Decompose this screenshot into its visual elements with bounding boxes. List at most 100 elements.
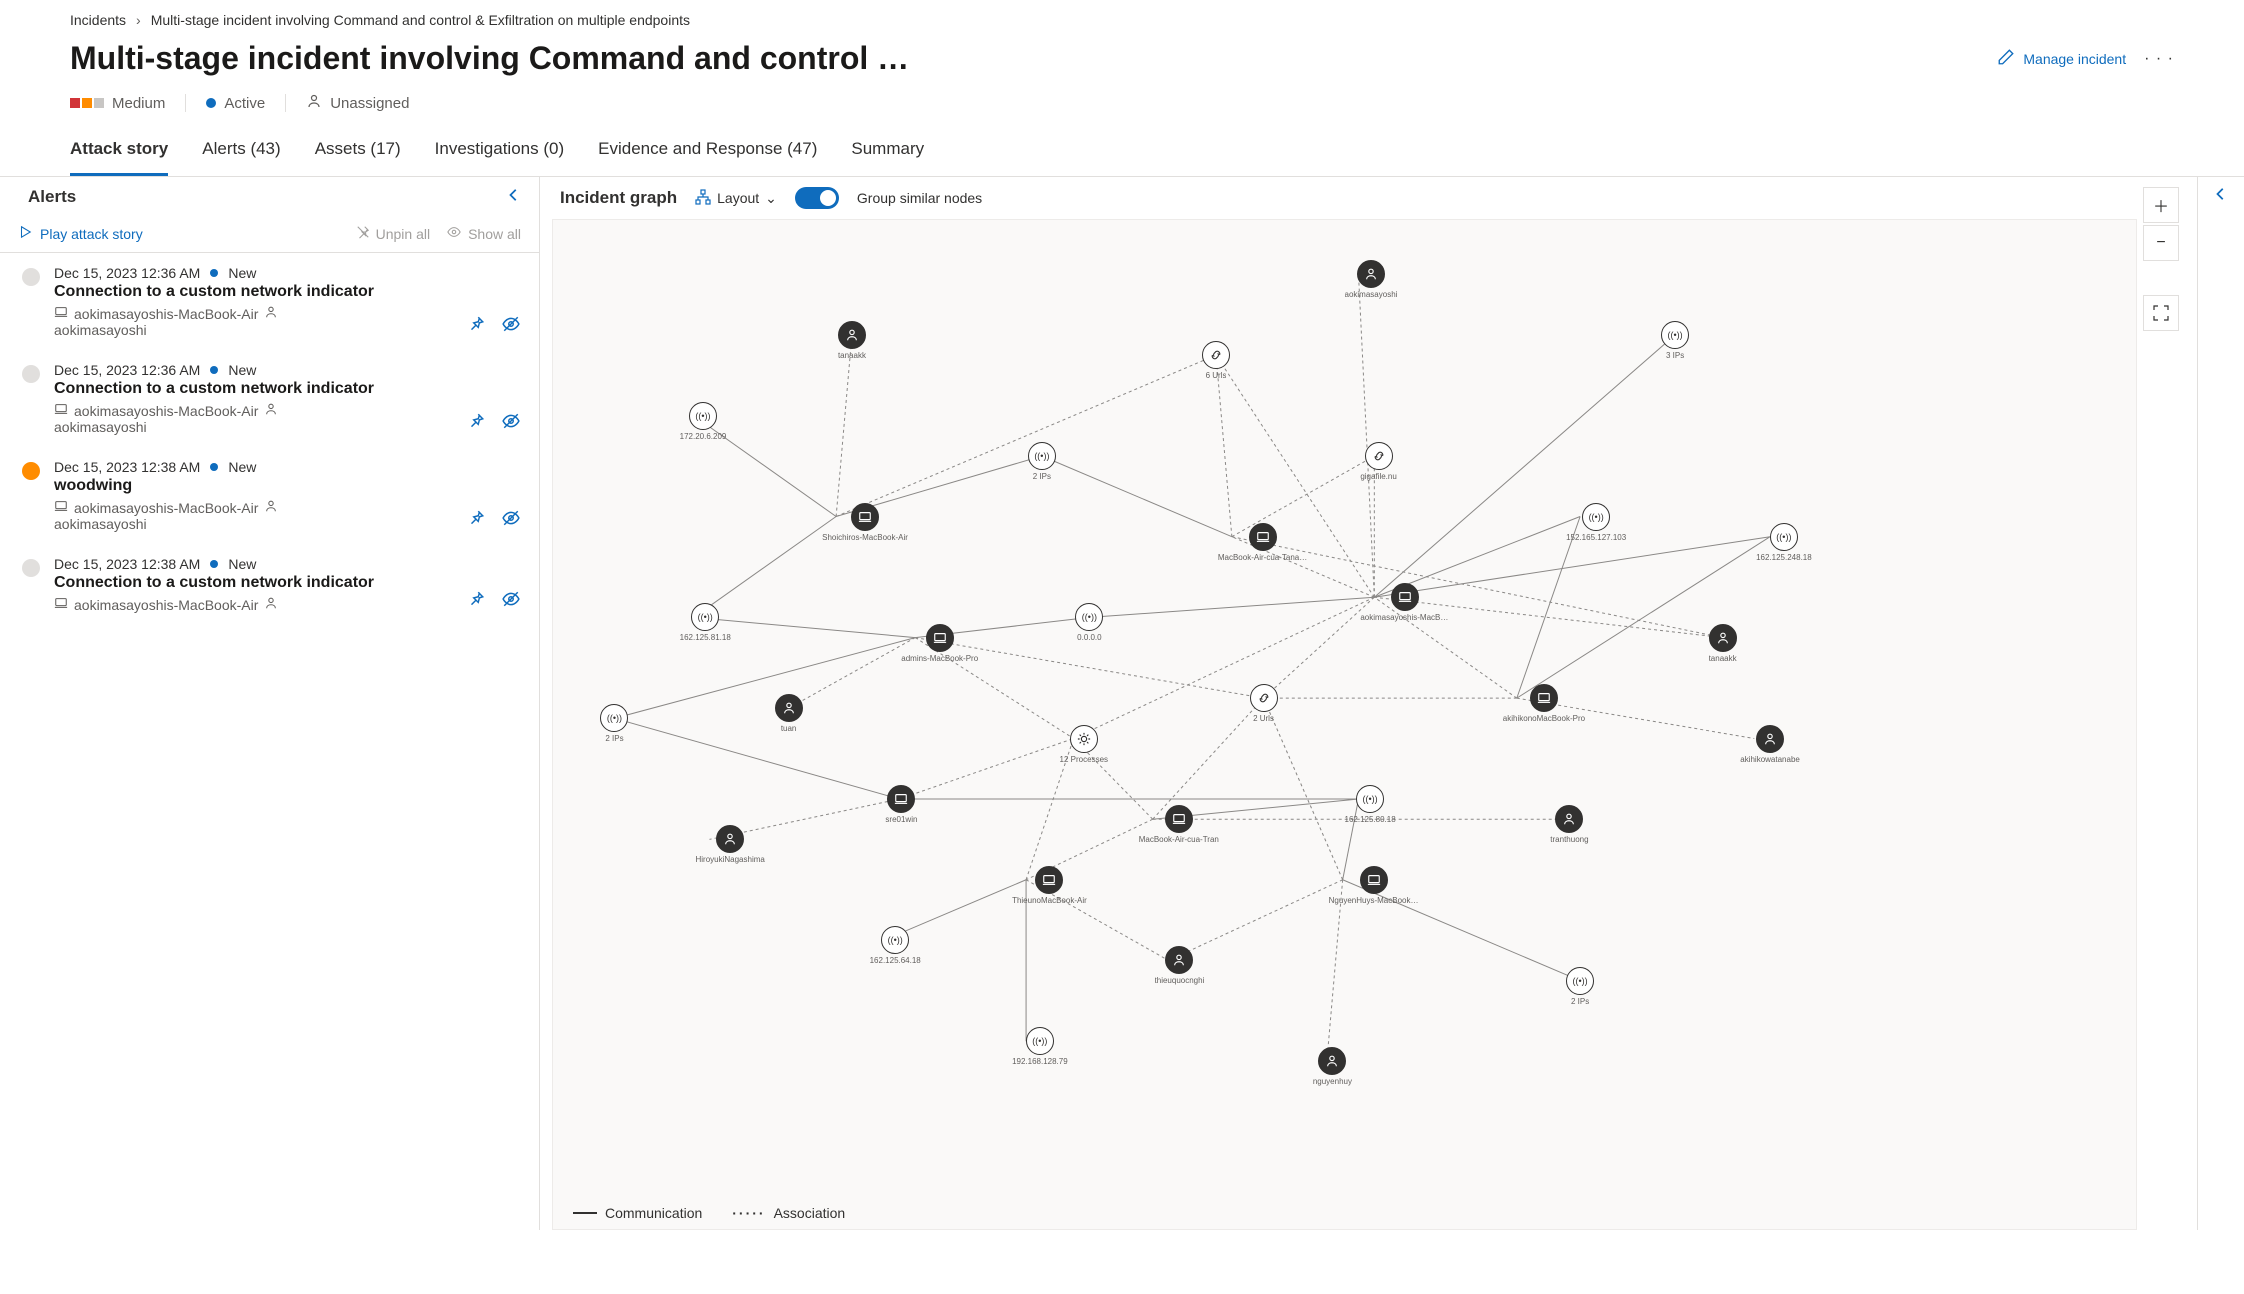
group-nodes-toggle[interactable] [795, 187, 839, 209]
graph-node[interactable]: ((•)) 2 IPs [600, 704, 628, 743]
ip-icon: ((•)) [1028, 442, 1056, 470]
graph-node[interactable]: ((•)) 152.165.127.103 [1566, 503, 1626, 542]
pin-alert-button[interactable] [467, 412, 485, 435]
graph-node[interactable]: ((•)) 2 IPs [1028, 442, 1056, 481]
graph-node[interactable]: HiroyukiNagashima [695, 825, 764, 864]
node-label: 162.125.80.18 [1345, 815, 1396, 824]
layout-dropdown[interactable]: Layout ⌄ [695, 189, 777, 208]
title-row: Multi-stage incident involving Command a… [0, 40, 2244, 93]
tab-assets-[interactable]: Assets (17) [315, 133, 401, 176]
breadcrumb: Incidents › Multi-stage incident involvi… [0, 0, 2244, 40]
hide-alert-button[interactable] [501, 315, 521, 338]
graph-node[interactable]: ((•)) 192.168.128.79 [1012, 1027, 1068, 1066]
node-label: 152.165.127.103 [1566, 533, 1626, 542]
hide-alert-button[interactable] [501, 509, 521, 532]
tab-attack-story[interactable]: Attack story [70, 133, 168, 176]
graph-node[interactable]: Shoichiros-MacBook-Air [822, 503, 908, 542]
breadcrumb-root[interactable]: Incidents [70, 12, 126, 28]
graph-node[interactable]: ThieunoMacBook-Air [1012, 866, 1087, 905]
graph-node[interactable]: akihikonoMacBook-Pro [1503, 684, 1585, 723]
url-icon [1250, 684, 1278, 712]
severity-indicator: Medium [70, 95, 165, 112]
tab-alerts-[interactable]: Alerts (43) [202, 133, 280, 176]
state-dot-icon [210, 269, 218, 277]
graph-canvas[interactable]: Communication ····· Association aokimasa… [552, 219, 2137, 1230]
node-label: 162.125.81.18 [680, 633, 731, 642]
node-label: 172.20.6.209 [680, 432, 727, 441]
more-button[interactable]: · · · [2144, 50, 2174, 68]
device-icon [926, 624, 954, 652]
graph-node[interactable]: aokimasayoshis-MacBook-Air [1360, 583, 1450, 622]
graph-node[interactable]: nguyenhuy [1313, 1047, 1352, 1086]
graph-node[interactable]: ((•)) 162.125.80.18 [1345, 785, 1396, 824]
node-label: 192.168.128.79 [1012, 1057, 1068, 1066]
node-label: NguyenHuys-MacBook-Air [1329, 896, 1419, 905]
laptop-icon [54, 305, 68, 322]
graph-node[interactable]: thieuquocnghi [1155, 946, 1205, 985]
graph-node[interactable]: 12 Processes [1060, 725, 1108, 764]
graph-node[interactable]: tuan [775, 694, 803, 733]
separator [285, 94, 286, 112]
graph-node[interactable]: NguyenHuys-MacBook-Air [1329, 866, 1419, 905]
tab-summary[interactable]: Summary [851, 133, 924, 176]
person-icon [264, 596, 278, 613]
ip-icon: ((•)) [1356, 785, 1384, 813]
pin-alert-button[interactable] [467, 315, 485, 338]
alert-item[interactable]: Dec 15, 2023 12:38 AM New Connection to … [0, 544, 539, 625]
alert-user: aokimasayoshi [54, 516, 147, 532]
manage-incident-button[interactable]: Manage incident [1997, 48, 2126, 69]
pin-alert-button[interactable] [467, 509, 485, 532]
graph-node[interactable]: tanaakk [1709, 624, 1737, 663]
play-attack-story-button[interactable]: Play attack story [18, 225, 143, 242]
tab-evidence-and-response-[interactable]: Evidence and Response (47) [598, 133, 817, 176]
graph-node[interactable]: ((•)) 162.125.81.18 [680, 603, 731, 642]
expand-details-button[interactable] [2197, 177, 2244, 1230]
graph-node[interactable]: akihikowatanabe [1740, 725, 1800, 764]
status-indicator: Active [206, 95, 265, 112]
graph-node[interactable]: ((•)) 172.20.6.209 [680, 402, 727, 441]
graph-node[interactable]: admins-MacBook-Pro [901, 624, 978, 663]
alert-time: Dec 15, 2023 12:38 AM [54, 556, 200, 572]
user-icon [1165, 946, 1193, 974]
show-all-button[interactable]: Show all [446, 225, 521, 242]
graph-node[interactable]: ((•)) 0.0.0.0 [1075, 603, 1103, 642]
graph-node[interactable]: gigafile.nu [1360, 442, 1396, 481]
collapse-alerts-button[interactable] [507, 188, 521, 207]
graph-node[interactable]: tranthuong [1550, 805, 1588, 844]
graph-node[interactable]: MacBook-Air-cua-Tanaakk [1218, 523, 1308, 562]
graph-node[interactable]: tanaakk [838, 321, 866, 360]
pin-alert-button[interactable] [467, 590, 485, 613]
node-label: akihikonoMacBook-Pro [1503, 714, 1585, 723]
legend-comm: Communication [605, 1205, 702, 1221]
fit-screen-button[interactable] [2143, 295, 2179, 331]
device-icon [887, 785, 915, 813]
zoom-in-button[interactable]: ＋ [2143, 187, 2179, 223]
graph-node[interactable]: ((•)) 162.125.248.18 [1756, 523, 1812, 562]
graph-node[interactable]: ((•)) 162.125.64.18 [870, 926, 921, 965]
hide-alert-button[interactable] [501, 412, 521, 435]
graph-pane: Incident graph Layout ⌄ Group similar no… [540, 177, 2197, 1230]
chevron-down-icon: ⌄ [765, 190, 777, 207]
node-label: tuan [781, 724, 797, 733]
alert-item[interactable]: Dec 15, 2023 12:36 AM New Connection to … [0, 253, 539, 350]
graph-node[interactable]: MacBook-Air-cua-Tran [1139, 805, 1219, 844]
unpin-all-button[interactable]: Unpin all [356, 225, 430, 242]
graph-node[interactable]: 6 Urls [1202, 341, 1230, 380]
alert-item[interactable]: Dec 15, 2023 12:38 AM New woodwing aokim… [0, 447, 539, 544]
graph-node[interactable]: aokimasayoshi [1345, 260, 1398, 299]
eye-icon [446, 225, 462, 242]
zoom-out-button[interactable]: − [2143, 225, 2179, 261]
node-label: 0.0.0.0 [1077, 633, 1101, 642]
graph-node[interactable]: ((•)) 3 IPs [1661, 321, 1689, 360]
alert-device: aokimasayoshis-MacBook-Air [74, 597, 258, 613]
graph-node[interactable]: sre01win [885, 785, 917, 824]
alert-list[interactable]: Dec 15, 2023 12:36 AM New Connection to … [0, 253, 539, 1230]
graph-node[interactable]: ((•)) 2 IPs [1566, 967, 1594, 1006]
alert-time: Dec 15, 2023 12:38 AM [54, 459, 200, 475]
tab-investigations-[interactable]: Investigations (0) [435, 133, 564, 176]
hide-alert-button[interactable] [501, 590, 521, 613]
alert-item[interactable]: Dec 15, 2023 12:36 AM New Connection to … [0, 350, 539, 447]
device-icon [1360, 866, 1388, 894]
graph-node[interactable]: 2 Urls [1250, 684, 1278, 723]
unpin-label: Unpin all [376, 226, 430, 242]
